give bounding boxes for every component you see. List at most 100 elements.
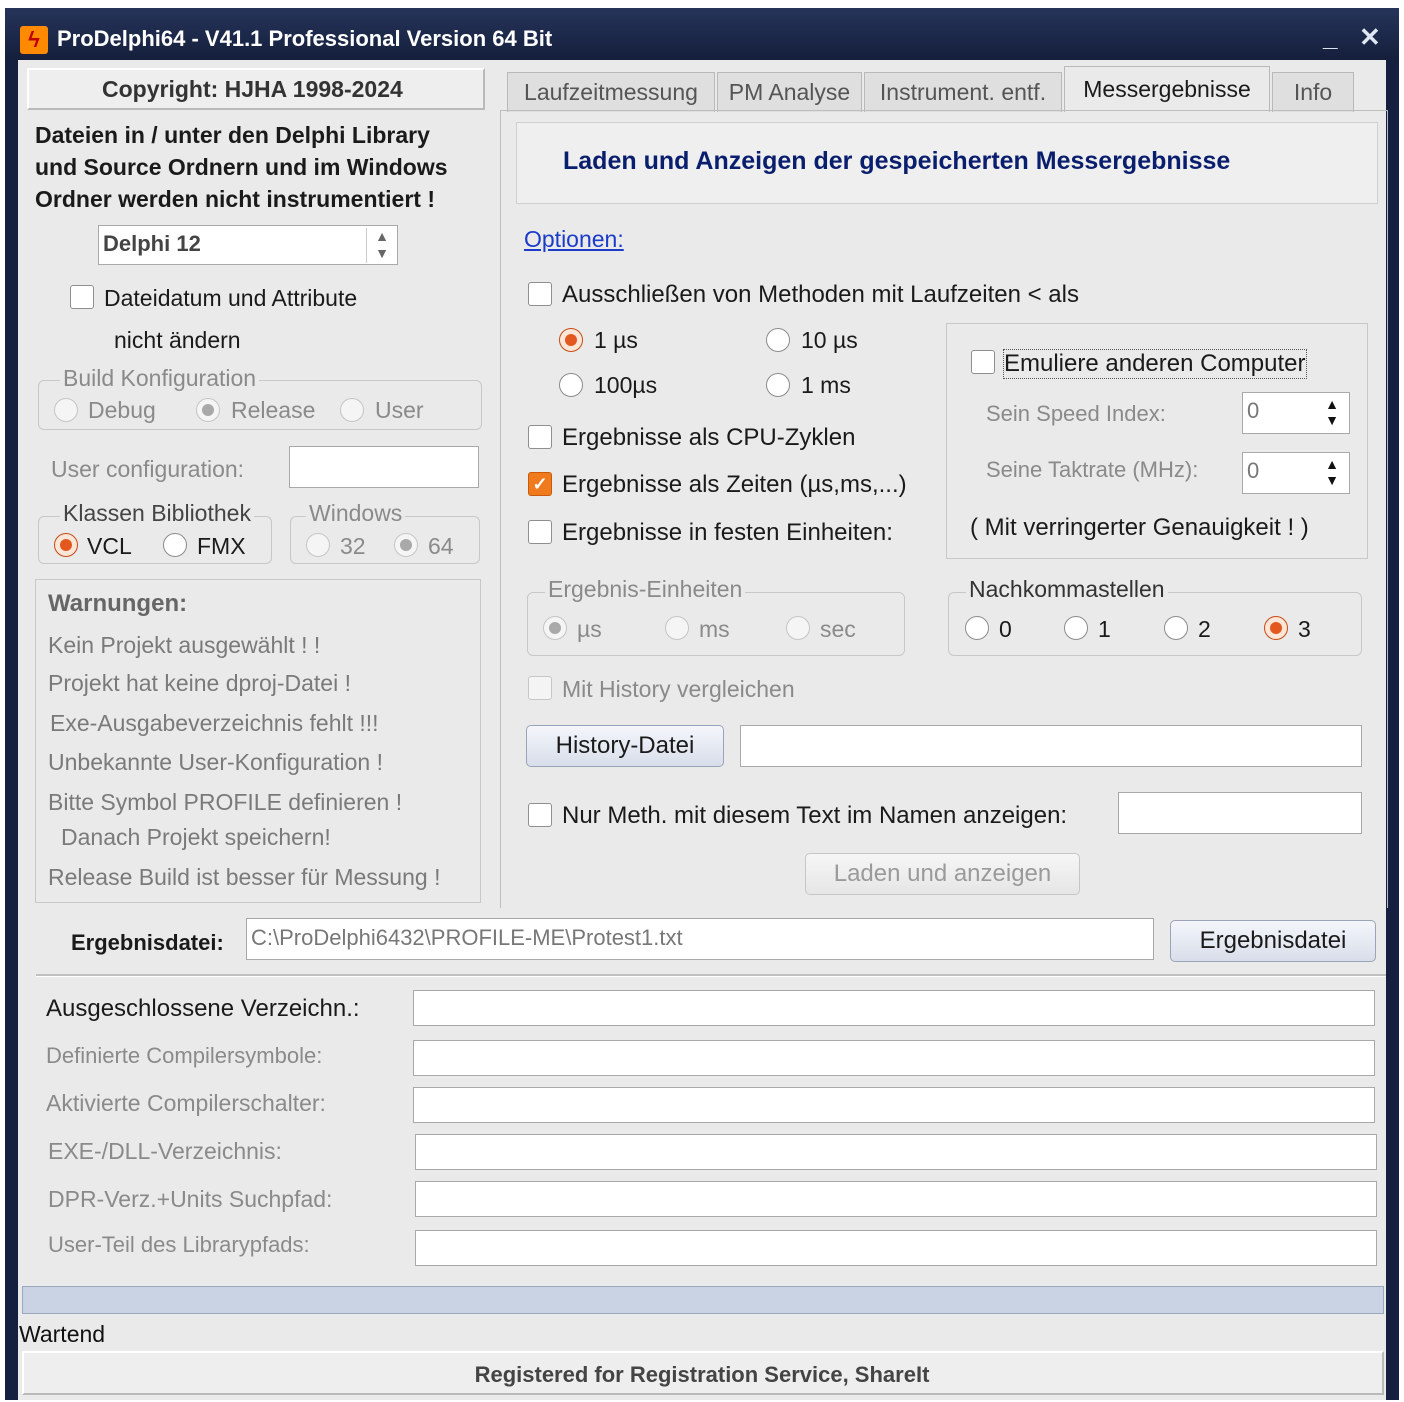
threshold-1us-label: 1 µs xyxy=(594,327,638,353)
as-times-checkbox[interactable]: ✓ xyxy=(528,472,552,496)
class-lib-title: Klassen Bibliothek xyxy=(60,500,254,527)
name-filter-label: Nur Meth. mit diesem Text im Namen anzei… xyxy=(562,802,1068,829)
accuracy-note: ( Mit verringerter Genauigkeit ! ) xyxy=(970,514,1309,541)
warnings-title: Warnungen: xyxy=(48,590,188,617)
decimals-3-label: 3 xyxy=(1298,616,1311,642)
unit-sec-radio[interactable] xyxy=(786,616,810,640)
build-debug-label: Debug xyxy=(88,397,156,423)
warning-item: Kein Projekt ausgewählt ! ! xyxy=(48,632,321,658)
notice-line-2: und Source Ordnern und im Windows xyxy=(35,154,448,180)
build-config-title: Build Konfiguration xyxy=(60,365,260,392)
emulate-checkbox[interactable] xyxy=(971,350,995,374)
history-file-button[interactable]: History-Datei xyxy=(526,725,724,767)
threshold-10us-radio[interactable] xyxy=(766,328,790,352)
decimals-0-label: 0 xyxy=(999,616,1012,642)
decimals-0-radio[interactable] xyxy=(965,616,989,640)
threshold-10us-label: 10 µs xyxy=(801,327,858,353)
unit-sec-label: sec xyxy=(820,616,856,642)
win32-label: 32 xyxy=(340,533,366,559)
load-and-show-button[interactable]: Laden und anzeigen xyxy=(805,853,1080,895)
excluded-dirs-input[interactable] xyxy=(413,990,1375,1026)
decimals-1-label: 1 xyxy=(1098,616,1111,642)
build-debug-radio[interactable] xyxy=(54,398,78,422)
delphi-version-select[interactable]: Delphi 12 xyxy=(98,225,398,265)
clock-rate-value: 0 xyxy=(1247,458,1260,483)
win32-radio[interactable] xyxy=(306,533,330,557)
keep-date-label-2: nicht ändern xyxy=(114,327,241,353)
results-heading: Laden und Anzeigen der gespeicherten Mes… xyxy=(563,147,1231,175)
user-config-label: User configuration: xyxy=(51,456,245,482)
decimals-3-radio[interactable] xyxy=(1264,616,1288,640)
user-config-input[interactable] xyxy=(289,446,479,488)
emulate-label: Emuliere anderen Computer xyxy=(1003,349,1307,379)
cpu-cycles-label: Ergebnisse als CPU-Zyklen xyxy=(562,424,856,451)
result-file-button[interactable]: Ergebnisdatei xyxy=(1170,920,1376,962)
progress-bar xyxy=(22,1286,1384,1314)
tab-instrument-entf[interactable]: Instrument. entf. xyxy=(864,72,1062,112)
lightning-bolt-icon: ϟ xyxy=(20,26,48,54)
options-link[interactable]: Optionen: xyxy=(524,226,624,253)
win64-radio[interactable] xyxy=(394,533,418,557)
exclude-checkbox[interactable] xyxy=(528,282,552,306)
library-path-label: User-Teil des Librarypfads: xyxy=(48,1232,310,1257)
unit-ms-radio[interactable] xyxy=(665,616,689,640)
warning-item: Bitte Symbol PROFILE definieren ! xyxy=(48,789,403,815)
spin-arrows-icon[interactable]: ▲ ▼ xyxy=(366,228,397,263)
decimals-2-label: 2 xyxy=(1198,616,1211,642)
unit-us-label: µs xyxy=(577,616,602,642)
build-release-radio[interactable] xyxy=(196,398,220,422)
result-file-label: Ergebnisdatei: xyxy=(71,930,224,955)
as-times-label: Ergebnisse als Zeiten (µs,ms,...) xyxy=(562,471,907,498)
speed-index-label: Sein Speed Index: xyxy=(986,401,1166,426)
title-bar[interactable]: ϟ ProDelphi64 - V41.1 Professional Versi… xyxy=(5,8,1399,60)
unit-us-radio[interactable] xyxy=(543,616,567,640)
clock-rate-label: Seine Taktrate (MHz): xyxy=(986,457,1199,482)
fixed-units-checkbox[interactable] xyxy=(528,520,552,544)
threshold-1ms-radio[interactable] xyxy=(766,373,790,397)
copyright-text: Copyright: HJHA 1998-2024 xyxy=(102,76,403,102)
win64-label: 64 xyxy=(428,533,454,559)
build-user-label: User xyxy=(375,397,424,423)
exe-dll-dir-label: EXE-/DLL-Verzeichnis: xyxy=(48,1138,282,1164)
decimals-title: Nachkommastellen xyxy=(966,576,1168,603)
warning-item: Unbekannte User-Konfiguration ! xyxy=(48,749,383,775)
speed-index-value: 0 xyxy=(1247,398,1260,423)
compiler-symbols-input[interactable] xyxy=(413,1040,1375,1076)
result-file-input[interactable]: C:\ProDelphi6432\PROFILE-ME\Protest1.txt xyxy=(246,918,1154,960)
fmx-label: FMX xyxy=(197,533,246,559)
decimals-1-radio[interactable] xyxy=(1064,616,1088,640)
build-user-radio[interactable] xyxy=(340,398,364,422)
minimize-button[interactable]: _ xyxy=(1323,22,1337,53)
exclude-label: Ausschließen von Methoden mit Laufzeiten… xyxy=(562,281,1079,308)
fmx-radio[interactable] xyxy=(163,533,187,557)
threshold-1us-radio[interactable] xyxy=(559,328,583,352)
library-path-input[interactable] xyxy=(415,1230,1377,1266)
close-button[interactable]: ✕ xyxy=(1359,22,1381,53)
name-filter-input[interactable] xyxy=(1118,792,1362,834)
build-release-label: Release xyxy=(231,397,316,423)
compiler-switches-label: Aktivierte Compilerschalter: xyxy=(46,1090,326,1116)
vcl-radio[interactable] xyxy=(54,533,78,557)
threshold-100us-radio[interactable] xyxy=(559,373,583,397)
history-compare-checkbox[interactable] xyxy=(528,676,552,700)
dpr-search-path-input[interactable] xyxy=(415,1181,1377,1217)
compiler-symbols-label: Definierte Compilersymbole: xyxy=(46,1043,323,1068)
compiler-switches-input[interactable] xyxy=(413,1087,1375,1123)
cpu-cycles-checkbox[interactable] xyxy=(528,425,552,449)
tab-pm-analyse[interactable]: PM Analyse xyxy=(717,72,862,112)
tab-messergebnisse[interactable]: Messergebnisse xyxy=(1064,66,1270,112)
exe-dll-dir-input[interactable] xyxy=(415,1134,1377,1170)
warning-item: Exe-Ausgabeverzeichnis fehlt !!! xyxy=(50,710,379,736)
tab-laufzeitmessung[interactable]: Laufzeitmessung xyxy=(507,72,715,112)
keep-date-label-1: Dateidatum und Attribute xyxy=(104,285,358,311)
speed-index-spin-icon[interactable]: ▲ ▼ xyxy=(1318,396,1346,430)
keep-date-checkbox[interactable] xyxy=(70,285,94,309)
decimals-2-radio[interactable] xyxy=(1164,616,1188,640)
tab-info[interactable]: Info xyxy=(1272,72,1354,112)
clock-rate-spin-icon[interactable]: ▲ ▼ xyxy=(1318,456,1346,490)
warning-item: Danach Projekt speichern! xyxy=(61,824,331,850)
history-path-input[interactable] xyxy=(740,725,1362,767)
window-title: ProDelphi64 - V41.1 Professional Version… xyxy=(57,26,553,51)
unit-ms-label: ms xyxy=(699,616,730,642)
name-filter-checkbox[interactable] xyxy=(528,803,552,827)
